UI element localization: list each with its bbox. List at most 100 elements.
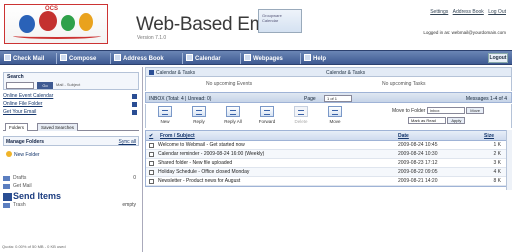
figure-icon [61,15,75,31]
toolbar-help[interactable]: Help [304,54,326,63]
tab-folders[interactable]: Folders [5,123,29,131]
flag-row: Mark as Read Apply [408,117,466,124]
reply-button[interactable]: Reply [184,106,214,124]
search-go-button[interactable]: Go [37,82,53,89]
message-row[interactable]: Calendar reminder - 2009-08-24 16:00 (We… [146,150,511,159]
forward-button[interactable]: Forward [252,106,282,124]
message-row[interactable]: Welcome to Webmail - Get started now 2009… [146,141,511,150]
toolbar-calendar[interactable]: Calendar [186,54,221,63]
header-links: Settings Address Book Log Out [427,9,506,15]
message-row[interactable]: Holiday Schedule - Office closed Monday 2… [146,168,511,177]
column-date[interactable]: Date [398,133,409,139]
new-mail-icon [158,106,172,117]
tab-saved-searches[interactable]: Saved Searches [37,123,79,131]
calendar-icon [186,54,193,61]
logo: OCS [4,4,108,44]
new-folder-button[interactable]: New Folder [6,151,40,158]
account-line: Logged in as: webmail@yourdomain.com [423,30,506,35]
events-status: No upcoming Events [206,81,253,87]
new-message-button[interactable]: New [150,106,180,124]
folder-icon [3,176,10,181]
column-from[interactable]: From / Subject [160,133,195,139]
header: OCS Web-Based Email Version 7.1.0 Groupw… [0,0,512,49]
folder-item[interactable]: Get Mail [3,183,139,191]
left-tabs: Folders Saved Searches [3,122,139,131]
figure-icon [19,15,35,33]
address-book-icon [114,54,121,61]
folder-item[interactable]: Trash empty [3,202,139,210]
message-row[interactable]: Shared folder - New file uploaded 2009-08… [146,159,511,168]
sync-link[interactable]: Sync all [118,139,136,145]
move-folder-select[interactable]: Inbox [426,107,465,114]
mail-icon [4,54,11,61]
folder-icon [132,102,137,107]
header-link-settings[interactable]: Settings [430,9,448,15]
panel-title-left[interactable]: Calendar & Tasks [149,70,195,76]
help-icon [304,54,311,61]
quick-link-calendar[interactable]: Online Event Calendar [3,93,139,101]
move-button[interactable]: Move [320,106,350,124]
column-size[interactable]: Size [484,133,494,139]
compose-icon [60,54,67,61]
search-options[interactable]: Mail - Subject [56,82,136,89]
panel-title-right[interactable]: Calendar & Tasks [326,70,365,76]
folder-item[interactable]: Send Items [3,191,139,202]
webpages-icon [244,54,251,61]
quota-status: Quota: 0.00% of 50 MB - 0 KB used [2,244,66,249]
toolbar-compose[interactable]: Compose [60,54,96,63]
move-go-button[interactable]: Move [466,107,485,114]
version-label: Version 7.1.0 [137,35,167,41]
toolbar-check-mail[interactable]: Check Mail [4,54,44,63]
quick-link-file-folder[interactable]: Online File Folder [3,101,139,109]
page-select[interactable]: 1 of 1 [324,95,352,102]
row-checkbox[interactable] [149,161,154,166]
row-checkbox[interactable] [149,152,154,157]
folder-icon [3,193,12,201]
search-input[interactable] [6,82,34,89]
move-label: Move to Folder [392,107,426,114]
message-count: Messages 1-4 of 4 [465,96,507,102]
message-row[interactable]: Newsletter - Product news for August 2009… [146,177,511,186]
inbox-header: INBOX (Total: 4 | Unread: 0) Page 1 of 1… [145,92,512,103]
move-icon [328,106,342,117]
message-list: ✔ From / Subject Date Size Welcome to We… [145,130,512,187]
folders-title[interactable]: Manage Folders [6,139,44,145]
inbox-label: INBOX (Total: 4 | Unread: 0) [149,96,212,102]
tasks-status: No upcoming Tasks [382,81,426,87]
page-label: Page [304,96,316,102]
groupware-badge[interactable]: Groupware Calendar [258,9,302,33]
search-box: Search Go Mail - Subject [3,72,139,90]
folder-item[interactable]: Drafts 0 [3,175,139,183]
logout-button[interactable]: Logout [488,53,508,63]
delete-icon [294,106,308,117]
select-all-checkbox[interactable]: ✔ [149,133,153,139]
forward-icon [260,106,274,117]
header-link-address-book[interactable]: Address Book [453,9,484,15]
toolbar-address-book[interactable]: Address Book [114,54,164,63]
mail-icon [132,110,137,115]
row-checkbox[interactable] [149,143,154,148]
figure-icon [39,11,57,31]
toolbar-webpages[interactable]: Webpages [244,54,283,63]
calendar-icon [149,70,154,75]
row-checkbox[interactable] [149,170,154,175]
folder-icon [3,184,10,189]
folders-header: Manage Folders Sync all [3,136,139,146]
header-link-logout[interactable]: Log Out [488,9,506,15]
move-to-row: Move to Folder Inbox Move [392,107,485,114]
message-actions: New Reply Reply All Forward Delete Move … [145,104,512,128]
flag-select[interactable]: Mark as Read [408,117,446,124]
quick-link-get-email[interactable]: Get Your Email [3,109,139,117]
flag-apply-button[interactable]: Apply [447,117,466,124]
delete-button[interactable]: Delete [286,106,316,124]
folder-list: Drafts 0 Get Mail Send Items Trash empty [3,175,139,210]
reply-all-button[interactable]: Reply All [218,106,248,124]
main-content: Calendar & Tasks Calendar & Tasks No upc… [145,67,512,252]
row-checkbox[interactable] [149,179,154,184]
reply-icon [192,106,206,117]
calendar-icon [132,94,137,99]
figure-icon [79,13,93,31]
reply-all-icon [226,106,240,117]
calendar-panel-header: Calendar & Tasks Calendar & Tasks [145,67,512,77]
message-list-scrollbar[interactable] [506,130,512,190]
